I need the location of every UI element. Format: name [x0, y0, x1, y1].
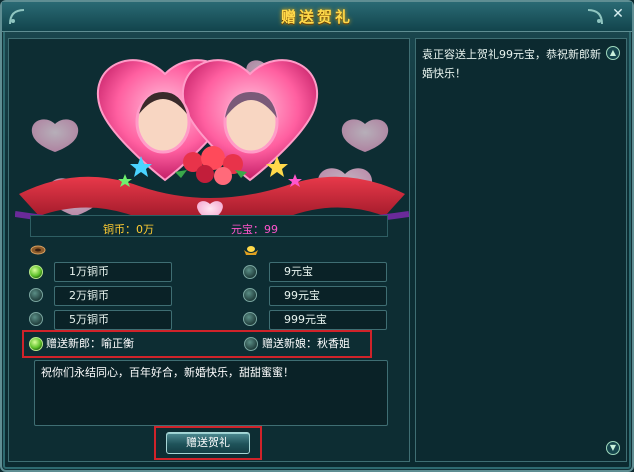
bride-label[interactable]: 赠送新娘：秋香姐: [262, 336, 368, 352]
option-gold-2[interactable]: 99元宝: [269, 286, 387, 306]
close-icon[interactable]: ✕: [608, 5, 628, 23]
option-gold-1[interactable]: 9元宝: [269, 262, 387, 282]
radio-gold-3[interactable]: [243, 312, 257, 326]
radio-copper-3[interactable]: [29, 312, 43, 326]
scroll-down-icon[interactable]: ▼: [606, 441, 620, 455]
radio-gold-1[interactable]: [243, 265, 257, 279]
scroll-up-icon[interactable]: ▲: [606, 46, 620, 60]
title-bar[interactable]: 赠送贺礼 ✕: [2, 2, 632, 32]
radio-bride[interactable]: [244, 337, 258, 351]
option-copper-1[interactable]: 1万铜币: [54, 262, 172, 282]
option-copper-3[interactable]: 5万铜币: [54, 310, 172, 330]
dialog-title: 赠送贺礼: [280, 8, 353, 26]
option-gold-3[interactable]: 999元宝: [269, 310, 387, 330]
corner-ornament-icon: [587, 9, 603, 25]
send-gift-button[interactable]: 赠送贺礼: [166, 432, 250, 454]
gold-balance: 元宝：99: [231, 223, 278, 236]
currency-balance-row: 铜币：0万 元宝：99: [30, 215, 388, 237]
radio-groom[interactable]: [29, 337, 43, 351]
message-log-text: 袁正容送上贺礼99元宝，恭祝新郎新婚快乐！: [422, 48, 601, 80]
radio-gold-2[interactable]: [243, 288, 257, 302]
wedding-banner-image: [15, 59, 409, 232]
corner-ornament-icon: [9, 9, 25, 25]
message-log-panel: 袁正容送上贺礼99元宝，恭祝新郎新婚快乐！ ▲ ▼: [415, 38, 627, 462]
groom-label[interactable]: 赠送新郎：喻正衡: [46, 336, 196, 352]
send-button-highlight: 赠送贺礼: [154, 426, 262, 460]
copper-coin-icon: [30, 245, 46, 255]
copper-balance: 铜币：0万: [103, 223, 154, 236]
wish-message-input[interactable]: 祝你们永结同心，百年好合，新婚快乐，甜甜蜜蜜！: [34, 360, 388, 426]
radio-copper-1[interactable]: [29, 265, 43, 279]
gold-ingot-icon: [244, 246, 258, 255]
radio-copper-2[interactable]: [29, 288, 43, 302]
option-copper-2[interactable]: 2万铜币: [54, 286, 172, 306]
